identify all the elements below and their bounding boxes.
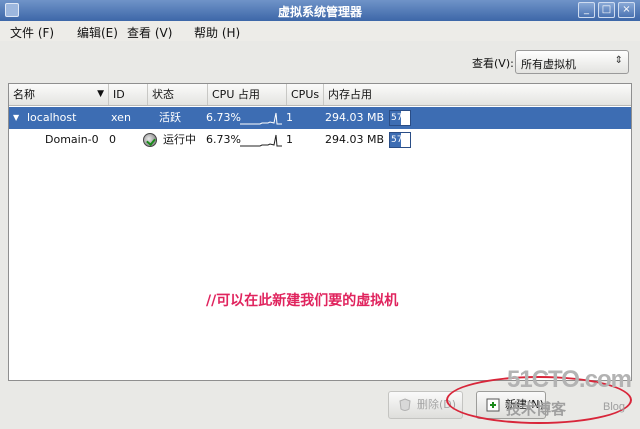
row-cpu: 6.73% [206, 133, 241, 146]
vm-table[interactable]: 名称 ▼ ID 状态 CPU 占用 CPUs 内存占用 ▼ localhost … [8, 83, 632, 381]
column-header-status[interactable]: 状态 [148, 84, 208, 105]
view-filter-label: 查看(V): [472, 57, 514, 70]
title-bar: 虚拟系统管理器 _ □ × [0, 0, 640, 21]
sort-arrow-icon: ▼ [97, 89, 104, 99]
cpu-sparkline [240, 133, 282, 147]
row-id: 0 [109, 133, 116, 146]
row-cpu: 6.73% [206, 111, 241, 124]
cpu-sparkline [240, 111, 282, 125]
memory-usage-bar: 57 [389, 110, 411, 126]
column-header-id[interactable]: ID [109, 84, 148, 105]
watermark-blog: Blog [603, 401, 626, 413]
menu-bar: 文件 (F) 编辑(E) 查看 (V) 帮助 (H) [0, 21, 640, 41]
row-name: Domain-0 [45, 133, 99, 146]
delete-icon [399, 398, 411, 411]
row-status: 运行中 [163, 133, 196, 146]
row-status: 活跃 [159, 111, 181, 124]
window-title: 虚拟系统管理器 [277, 5, 362, 19]
table-row[interactable]: ▼ localhost xen 活跃 6.73% 1 294.03 MB 57 [9, 107, 631, 129]
view-filter-value: 所有虚拟机 [521, 58, 576, 71]
row-id: xen [111, 111, 131, 124]
row-memory: 294.03 MB [325, 111, 385, 124]
row-cpus: 1 [286, 133, 293, 146]
watermark-logo: 51CTO.com [507, 366, 632, 393]
view-filter-select[interactable]: 所有虚拟机 ⇕ [515, 50, 629, 74]
column-header-cpus[interactable]: CPUs [287, 84, 324, 105]
annotation-text: //可以在此新建我们要的虚拟机 [206, 293, 399, 309]
menu-help[interactable]: 帮助 (H) [194, 24, 240, 41]
maximize-button[interactable]: □ [598, 2, 615, 18]
watermark-subtitle: 技术博客 [506, 400, 567, 418]
memory-usage-bar: 57 [389, 132, 411, 148]
row-name: localhost [27, 111, 77, 124]
row-memory: 294.03 MB [325, 133, 385, 146]
running-status-icon [143, 133, 157, 147]
column-header-memory[interactable]: 内存占用 [324, 84, 631, 105]
menu-view[interactable]: 查看 (V) [127, 24, 172, 41]
row-cpus: 1 [286, 111, 293, 124]
minimize-button[interactable]: _ [578, 2, 595, 18]
table-row[interactable]: Domain-0 0 运行中 6.73% 1 294.03 MB 57 [9, 129, 631, 151]
menu-file[interactable]: 文件 (F) [10, 24, 54, 41]
expander-arrow-icon[interactable]: ▼ [13, 107, 19, 129]
updown-arrow-icon: ⇕ [614, 55, 623, 66]
table-header: 名称 ▼ ID 状态 CPU 占用 CPUs 内存占用 [9, 84, 631, 106]
column-header-cpu-usage[interactable]: CPU 占用 [208, 84, 287, 105]
menu-edit[interactable]: 编辑(E) [77, 24, 118, 41]
close-button[interactable]: × [618, 2, 635, 18]
column-header-name[interactable]: 名称 ▼ [9, 84, 109, 105]
